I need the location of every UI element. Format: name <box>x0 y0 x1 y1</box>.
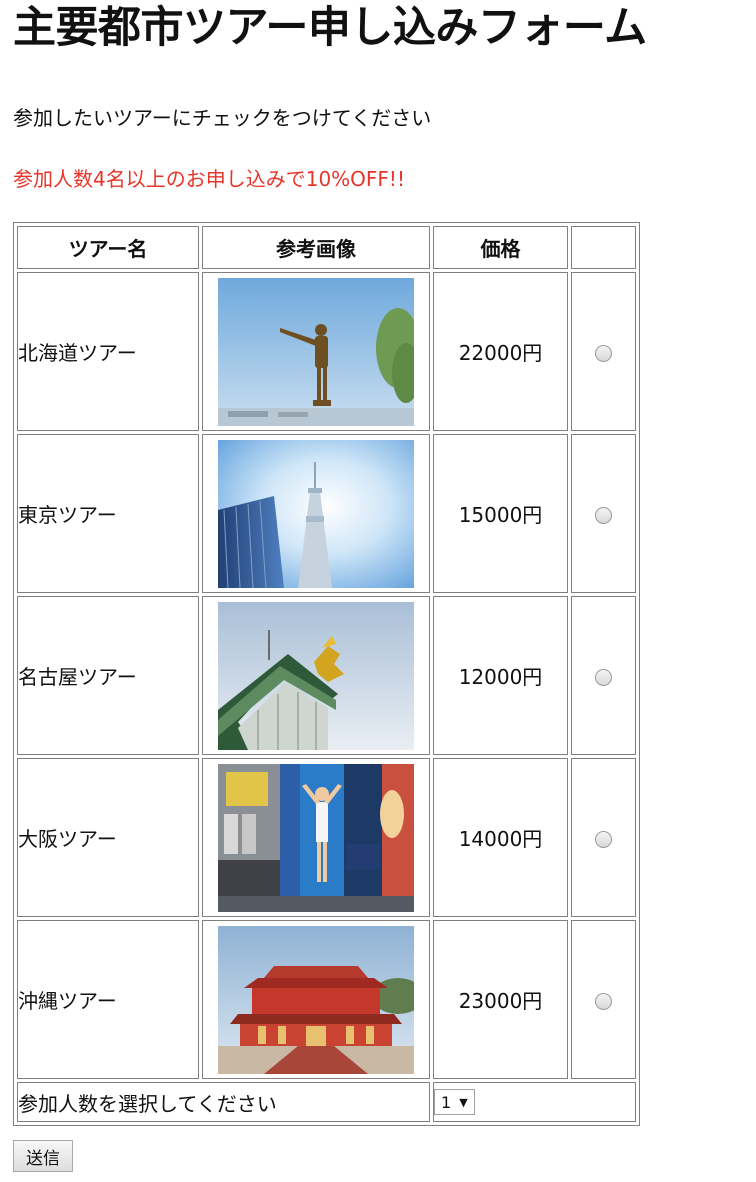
okinawa-shuri-castle-image <box>218 925 414 1074</box>
participant-count-select[interactable]: 1 ▼ <box>434 1089 475 1116</box>
tour-radio-button[interactable] <box>595 344 612 362</box>
tour-name: 名古屋ツアー <box>17 596 199 755</box>
osaka-dotonbori-image <box>218 763 414 912</box>
tour-table: ツアー名 参考画像 価格 北海道ツアー 22000円 東京ツアー 15000円 … <box>13 222 640 1126</box>
table-row: 東京ツアー 15000円 <box>17 434 636 593</box>
tour-radio-cell <box>571 596 636 755</box>
tour-image-cell <box>202 434 430 593</box>
table-row: 大阪ツアー 14000円 <box>17 758 636 917</box>
dropdown-caret-icon: ▼ <box>459 1095 468 1109</box>
header-tour-name: ツアー名 <box>17 226 199 269</box>
intro-text: 参加したいツアーにチェックをつけてください <box>13 106 432 130</box>
header-select <box>571 226 636 269</box>
tour-radio-button[interactable] <box>595 506 612 524</box>
table-row: 北海道ツアー 22000円 <box>17 272 636 431</box>
header-price: 価格 <box>433 226 568 269</box>
tour-radio-cell <box>571 920 636 1079</box>
tour-radio-cell <box>571 272 636 431</box>
tokyo-skytree-image <box>218 439 414 588</box>
table-row: 名古屋ツアー 12000円 <box>17 596 636 755</box>
tour-name: 東京ツアー <box>17 434 199 593</box>
tour-price: 14000円 <box>433 758 568 917</box>
tour-image-cell <box>202 272 430 431</box>
tour-image-cell <box>202 596 430 755</box>
tour-image-cell <box>202 758 430 917</box>
tour-name: 北海道ツアー <box>17 272 199 431</box>
tour-name: 大阪ツアー <box>17 758 199 917</box>
tour-image-cell <box>202 920 430 1079</box>
hokkaido-statue-image <box>218 277 414 426</box>
participant-count-row: 参加人数を選択してください 1 ▼ <box>17 1082 636 1122</box>
nagoya-castle-image <box>218 601 414 750</box>
submit-button[interactable]: 送信 <box>13 1140 73 1172</box>
tour-radio-button[interactable] <box>595 830 612 848</box>
participant-count-value: 1 <box>441 1092 452 1112</box>
participant-count-cell: 1 ▼ <box>433 1082 636 1122</box>
table-row: 沖縄ツアー 23000円 <box>17 920 636 1079</box>
tour-price: 22000円 <box>433 272 568 431</box>
tour-price: 12000円 <box>433 596 568 755</box>
tour-radio-button[interactable] <box>595 992 612 1010</box>
tour-name: 沖縄ツアー <box>17 920 199 1079</box>
tour-radio-cell <box>571 758 636 917</box>
page-title: 主要都市ツアー申し込みフォーム <box>13 3 647 53</box>
tour-radio-button[interactable] <box>595 668 612 686</box>
promo-text: 参加人数4名以上のお申し込みで10%OFF!! <box>13 167 405 191</box>
participant-count-label: 参加人数を選択してください <box>17 1082 430 1122</box>
tour-radio-cell <box>571 434 636 593</box>
tour-price: 23000円 <box>433 920 568 1079</box>
table-header-row: ツアー名 参考画像 価格 <box>17 226 636 269</box>
tour-price: 15000円 <box>433 434 568 593</box>
header-reference-image: 参考画像 <box>202 226 430 269</box>
